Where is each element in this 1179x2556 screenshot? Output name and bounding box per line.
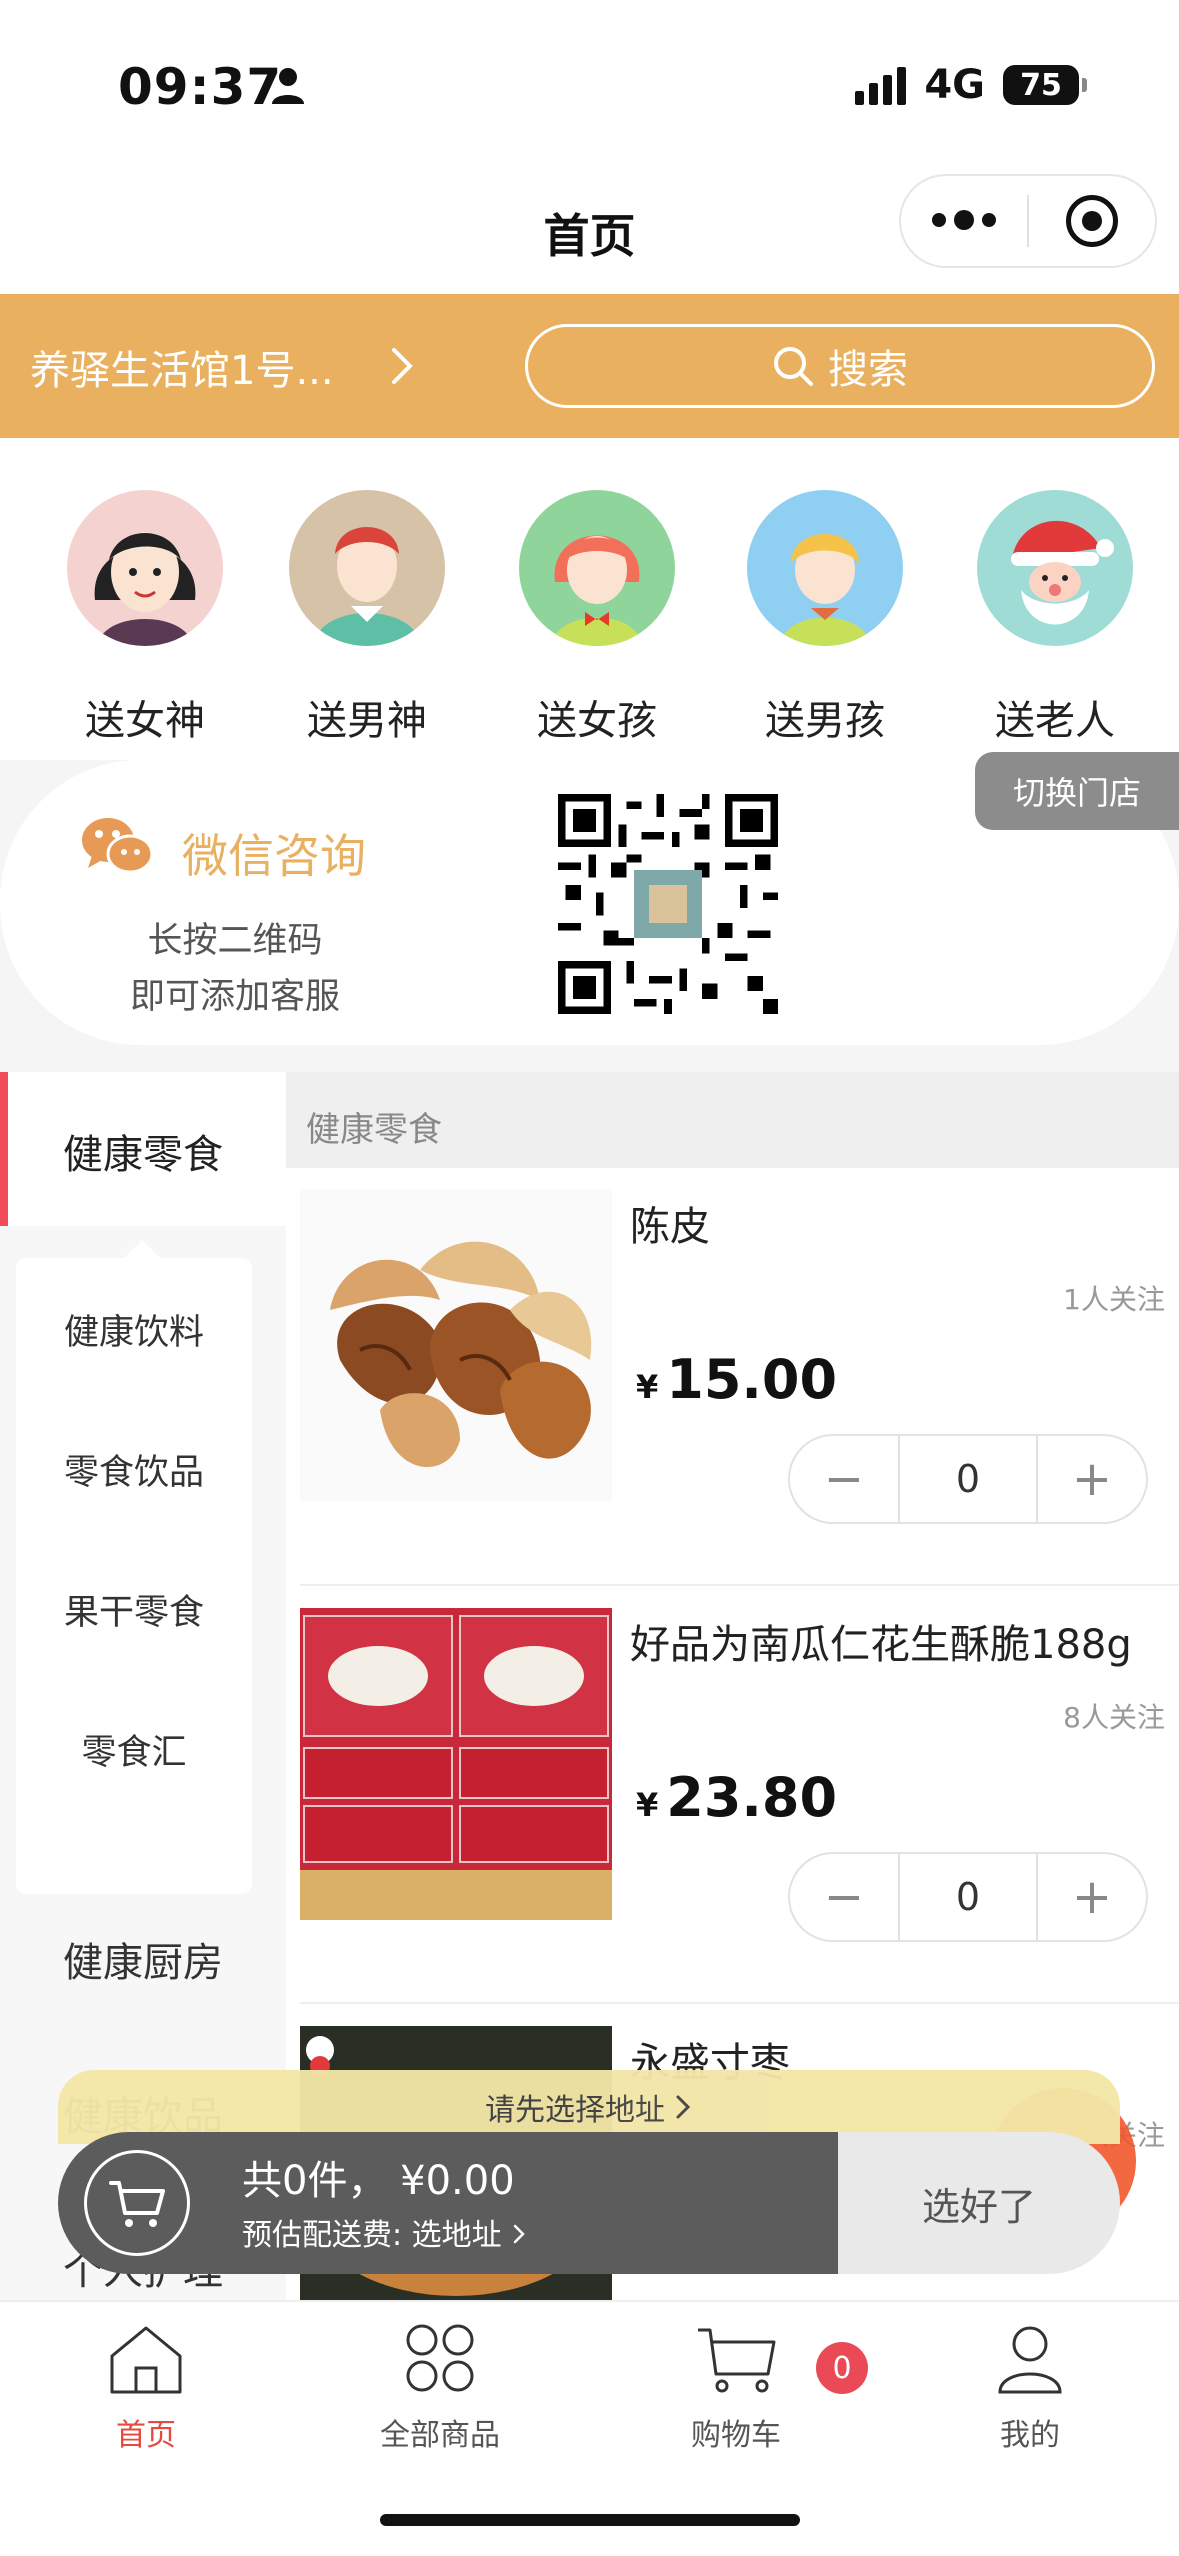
category-label: 送女孩 bbox=[537, 698, 657, 744]
mini-program-capsule bbox=[899, 174, 1157, 268]
sidebar-item-active[interactable]: 健康零食 bbox=[0, 1072, 286, 1226]
category-item[interactable]: 送男神 bbox=[282, 490, 452, 746]
tab-all-products[interactable]: 全部商品 bbox=[340, 2322, 540, 2454]
close-mini-program-button[interactable] bbox=[1029, 195, 1155, 247]
tab-label: 购物车 bbox=[691, 2418, 781, 2453]
tab-label: 我的 bbox=[1000, 2418, 1060, 2453]
status-indicators: 4G 75 bbox=[855, 62, 1087, 108]
product-price: ¥15.00 bbox=[636, 1348, 837, 1411]
sidebar-item-label: 健康零食 bbox=[63, 1132, 223, 1178]
follow-count: 8人关注 bbox=[1063, 1701, 1165, 1734]
signal-icon bbox=[855, 65, 907, 105]
status-bar: 09:37 4G 75 bbox=[0, 0, 1179, 170]
category-label: 送男神 bbox=[307, 698, 427, 744]
home-icon bbox=[110, 2326, 182, 2394]
cart-icon bbox=[109, 2181, 165, 2227]
battery-level: 75 bbox=[1020, 67, 1062, 103]
currency-symbol: ¥ bbox=[636, 1368, 659, 1406]
checkout-button[interactable]: 选好了 bbox=[838, 2132, 1120, 2274]
list-section-header: 健康零食 bbox=[286, 1072, 1179, 1168]
search-icon bbox=[774, 347, 813, 386]
quantity-stepper: − 0 + bbox=[788, 1852, 1148, 1942]
subcategory-item[interactable]: 零食汇 bbox=[16, 1724, 252, 1775]
chevron-right-icon bbox=[676, 2095, 691, 2119]
product-price: ¥23.80 bbox=[636, 1766, 837, 1829]
decrease-button[interactable]: − bbox=[790, 1436, 898, 1522]
subcategory-item[interactable]: 零食饮品 bbox=[16, 1444, 252, 1495]
category-item[interactable]: 送女神 bbox=[60, 490, 230, 746]
currency-symbol: ¥ bbox=[636, 1786, 659, 1824]
cart-total: 共0件， ¥0.00 bbox=[242, 2158, 515, 2204]
more-options-icon[interactable] bbox=[901, 209, 1027, 230]
product-image[interactable] bbox=[300, 1608, 612, 1920]
wechat-hint-line2: 即可添加客服 bbox=[129, 977, 340, 1017]
status-time: 09:37 bbox=[118, 58, 283, 116]
man-avatar-icon bbox=[289, 490, 445, 646]
tab-profile[interactable]: 我的 bbox=[930, 2322, 1130, 2454]
network-type: 4G bbox=[924, 62, 985, 108]
product-image[interactable] bbox=[300, 1190, 612, 1502]
decrease-button[interactable]: − bbox=[790, 1854, 898, 1940]
category-label: 送老人 bbox=[995, 698, 1115, 744]
category-label: 送女神 bbox=[85, 698, 205, 744]
switch-store-button[interactable]: 切换门店 bbox=[975, 752, 1179, 830]
wechat-hint-line1: 长按二维码 bbox=[147, 921, 323, 961]
boy-avatar-icon bbox=[747, 490, 903, 646]
home-indicator bbox=[380, 2514, 800, 2526]
search-label: 搜索 bbox=[828, 347, 908, 393]
nav-bar: 首页 bbox=[0, 170, 1179, 294]
person-icon bbox=[272, 68, 304, 104]
tab-label: 首页 bbox=[116, 2418, 176, 2453]
chevron-right-icon[interactable] bbox=[382, 344, 422, 388]
grid-icon bbox=[406, 2324, 474, 2392]
tab-home[interactable]: 首页 bbox=[46, 2322, 246, 2454]
product-name: 好品为南瓜仁花生酥脆188g bbox=[630, 1622, 1132, 1668]
cart-button[interactable] bbox=[84, 2150, 190, 2256]
product-card[interactable]: 好品为南瓜仁花生酥脆188g 8人关注 ¥23.80 − 0 + bbox=[286, 1586, 1179, 2004]
bottom-tab-bar: 首页 全部商品 购物车 0 我的 bbox=[0, 2300, 1179, 2556]
delivery-fee-text: 预估配送费: 选地址 bbox=[242, 2218, 502, 2253]
target-icon bbox=[1065, 195, 1118, 247]
tab-cart[interactable]: 购物车 bbox=[636, 2322, 836, 2454]
santa-avatar-icon bbox=[977, 490, 1133, 646]
store-bar: 养驿生活馆1号... 搜索 bbox=[0, 294, 1179, 438]
quantity-stepper: − 0 + bbox=[788, 1434, 1148, 1524]
cart-summary[interactable]: 共0件， ¥0.00 预估配送费: 选地址 bbox=[58, 2132, 838, 2274]
search-input[interactable]: 搜索 bbox=[525, 324, 1155, 408]
category-item[interactable]: 送女孩 bbox=[512, 490, 682, 746]
category-label: 送男孩 bbox=[765, 698, 885, 744]
increase-button[interactable]: + bbox=[1038, 1854, 1146, 1940]
user-icon bbox=[998, 2326, 1062, 2394]
cart-icon bbox=[698, 2328, 776, 2393]
gift-category-row: 送女神 送男神 送女孩 送男孩 送老人 bbox=[0, 438, 1179, 760]
woman-avatar-icon bbox=[67, 490, 223, 646]
product-card[interactable]: 陈皮 1人关注 ¥15.00 − 0 + bbox=[286, 1168, 1179, 1586]
delivery-fee[interactable]: 预估配送费: 选地址 bbox=[242, 2210, 527, 2254]
quantity-value[interactable]: 0 bbox=[898, 1436, 1038, 1522]
follow-count: 1人关注 bbox=[1063, 1283, 1165, 1316]
subcategory-panel: 健康饮料 零食饮品 果干零食 零食汇 bbox=[16, 1240, 252, 1894]
cart-badge: 0 bbox=[816, 2342, 868, 2394]
sidebar-item[interactable]: 健康厨房 bbox=[0, 1930, 286, 1988]
category-item[interactable]: 送男孩 bbox=[740, 490, 910, 746]
category-item[interactable]: 送老人 bbox=[970, 490, 1140, 746]
address-prompt-text: 请先选择地址 bbox=[485, 2093, 665, 2128]
price-value: 15.00 bbox=[666, 1348, 838, 1411]
subcategory-item[interactable]: 健康饮料 bbox=[16, 1304, 252, 1355]
wechat-icon bbox=[82, 818, 154, 874]
wechat-consult-title: 微信咨询 bbox=[182, 829, 366, 883]
girl-avatar-icon bbox=[519, 490, 675, 646]
cart-bar: 共0件， ¥0.00 预估配送费: 选地址 选好了 bbox=[58, 2132, 1120, 2274]
price-value: 23.80 bbox=[666, 1766, 838, 1829]
product-name: 陈皮 bbox=[630, 1204, 710, 1250]
chevron-right-icon bbox=[513, 2224, 525, 2244]
subcategory-item[interactable]: 果干零食 bbox=[16, 1584, 252, 1635]
quantity-value[interactable]: 0 bbox=[898, 1854, 1038, 1940]
tab-label: 全部商品 bbox=[380, 2418, 500, 2453]
store-name[interactable]: 养驿生活馆1号... bbox=[30, 338, 334, 396]
qr-code[interactable] bbox=[552, 794, 784, 1014]
battery-icon: 75 bbox=[1003, 65, 1087, 105]
increase-button[interactable]: + bbox=[1038, 1436, 1146, 1522]
